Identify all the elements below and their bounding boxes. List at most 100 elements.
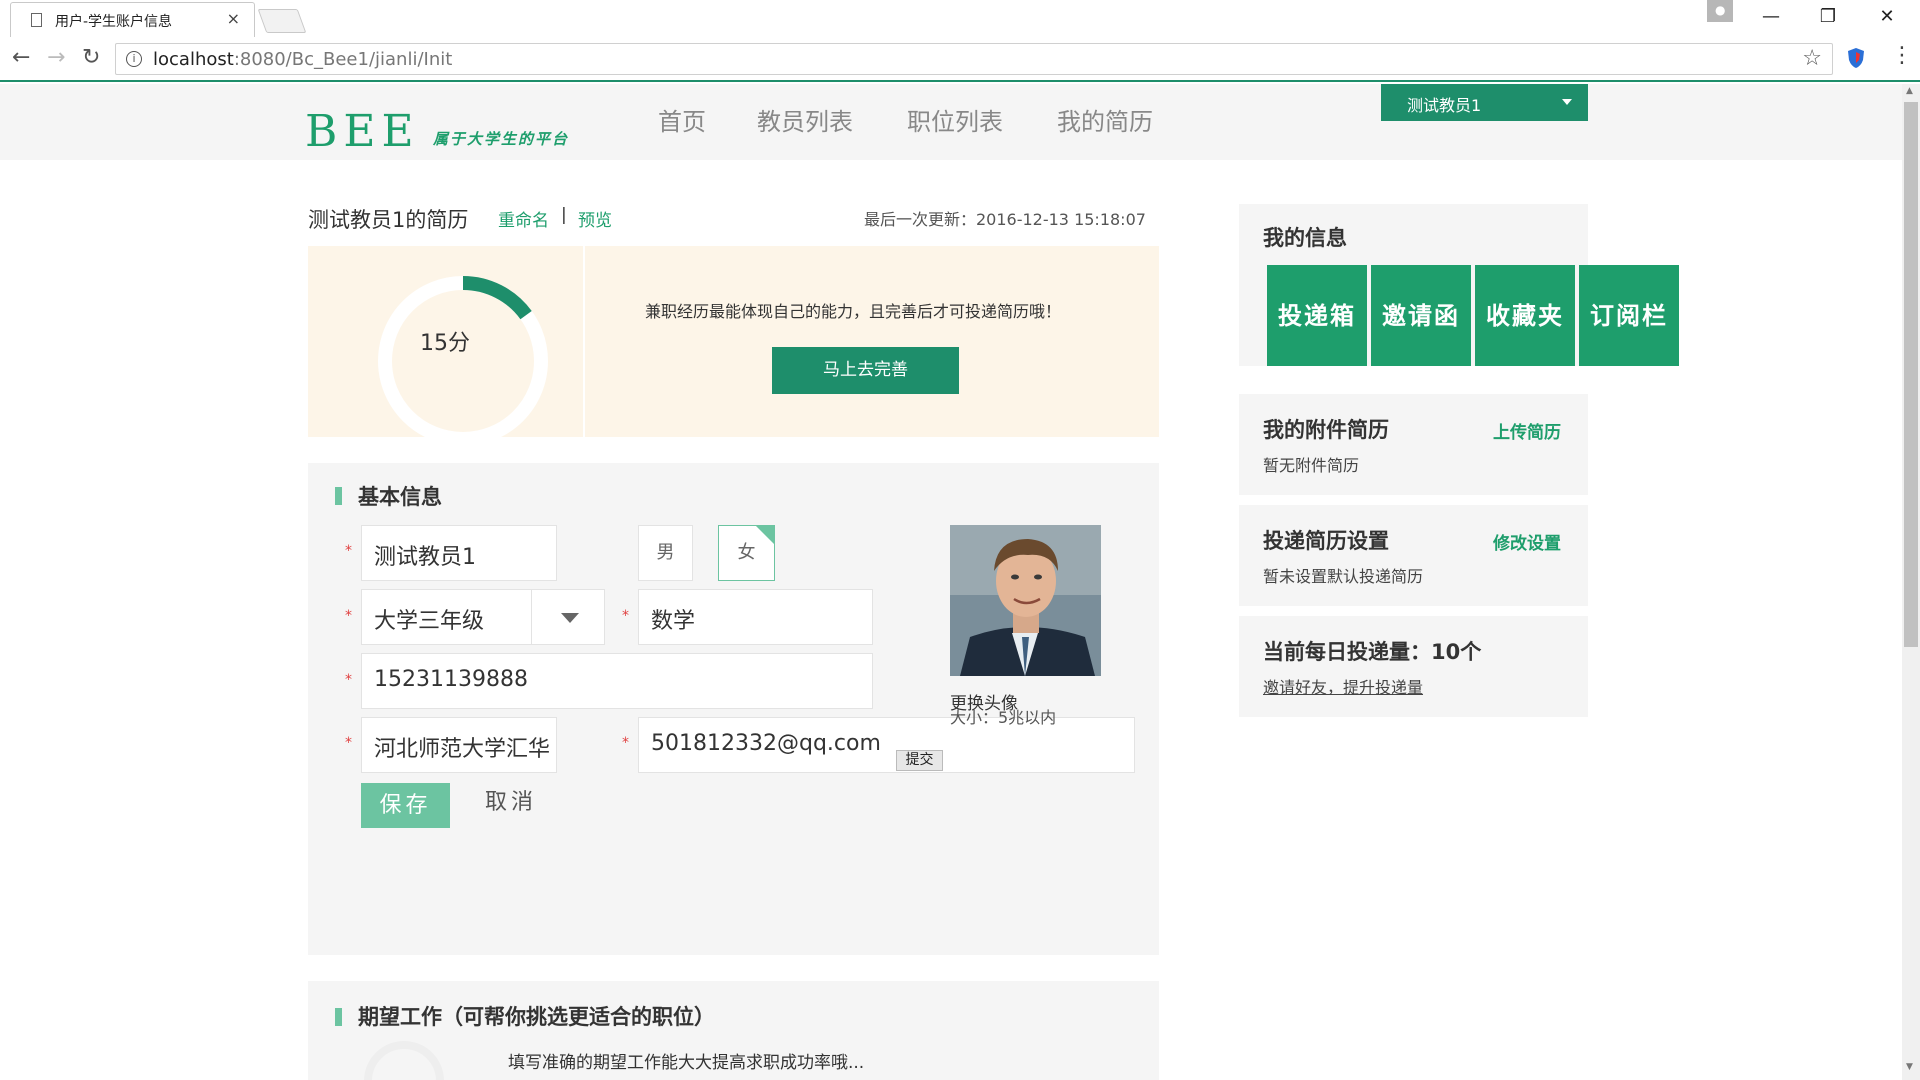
scroll-down-icon[interactable]: ▼ — [1906, 1062, 1913, 1072]
upload-resume-link[interactable]: 上传简历 — [1493, 418, 1561, 443]
name-field[interactable]: 测试教员1 — [361, 525, 557, 581]
extension-shield-icon[interactable] — [1846, 47, 1866, 69]
my-info-title: 我的信息 — [1263, 226, 1347, 250]
tile-favorites[interactable]: 收藏夹 — [1475, 265, 1575, 366]
job-tip: 填写准确的期望工作能大大提高求职成功率哦... — [508, 1053, 865, 1073]
avatar-photo — [950, 525, 1101, 676]
preview-link[interactable]: 预览 — [578, 206, 612, 231]
score-tip: 兼职经历最能体现自己的能力，且完善后才可投递简历哦！ — [645, 302, 1062, 321]
profile-icon[interactable]: ● — [1707, 0, 1733, 22]
required-mark: * — [345, 543, 352, 559]
invite-friends-link[interactable]: 邀请好友，提升投递量 — [1263, 674, 1423, 698]
grade-select[interactable]: 大学三年级 — [361, 589, 605, 645]
expected-job-section: 期望工作（可帮你挑选更适合的职位） 填写准确的期望工作能大大提高求职成功率哦..… — [308, 981, 1159, 1080]
url-bar[interactable]: i localhost:8080/Bc_Bee1/jianli/Init ☆ — [115, 43, 1833, 75]
tile-invitations[interactable]: 邀请函 — [1371, 265, 1471, 366]
score-divider — [583, 246, 585, 437]
minimize-button[interactable]: — — [1748, 2, 1794, 32]
user-menu[interactable]: 测试教员1 — [1381, 84, 1588, 121]
attachment-title: 我的附件简历 — [1263, 418, 1389, 442]
name-value: 测试教员1 — [374, 545, 476, 570]
site-logo[interactable]: BEE 属于大学生的平台 — [305, 106, 567, 157]
gender-female-option[interactable]: 女 — [718, 525, 775, 581]
section-marker — [335, 1008, 342, 1026]
required-mark: * — [345, 735, 352, 751]
nav-job-list[interactable]: 职位列表 — [907, 102, 1003, 137]
resume-title: 测试教员1的简历 — [308, 208, 469, 232]
section-title: 基本信息 — [358, 485, 442, 509]
nav-home[interactable]: 首页 — [658, 102, 706, 137]
last-update-time: 最后一次更新：2016-12-13 15:18:07 — [864, 210, 1146, 229]
page-scrollbar[interactable]: ▲ ▼ — [1902, 84, 1920, 1080]
avatar-size-hint: 大小：5兆以内 — [950, 708, 1057, 727]
rename-link[interactable]: 重命名 — [498, 206, 549, 231]
gender-male-option[interactable]: 男 — [638, 525, 693, 581]
scrollbar-thumb[interactable] — [1904, 102, 1918, 647]
gender-female-label: 女 — [737, 542, 756, 563]
tab-close-icon[interactable]: × — [227, 9, 240, 28]
nav-teacher-list[interactable]: 教员列表 — [757, 102, 853, 137]
scroll-up-icon[interactable]: ▲ — [1906, 86, 1913, 96]
back-icon[interactable]: ← — [12, 45, 30, 70]
site-header: BEE 属于大学生的平台 首页 教员列表 职位列表 我的简历 测试教员1 — [0, 84, 1902, 160]
save-button[interactable]: 保存 — [361, 783, 450, 828]
daily-quota-card: 当前每日投递量：10个 邀请好友，提升投递量 — [1239, 616, 1588, 717]
school-field[interactable]: 河北师范大学汇华学院 — [361, 717, 557, 773]
browser-menu-icon[interactable]: ⋮ — [1891, 43, 1913, 68]
required-mark: * — [622, 735, 629, 751]
tile-delivery-box[interactable]: 投递箱 — [1267, 265, 1367, 366]
section-marker — [335, 487, 342, 505]
grade-value: 大学三年级 — [374, 609, 485, 634]
resume-score-panel: 15分 兼职经历最能体现自己的能力，且完善后才可投递简历哦！ 马上去完善 — [308, 246, 1159, 437]
major-field[interactable]: 数学 — [638, 589, 873, 645]
required-mark: * — [622, 608, 629, 624]
major-value: 数学 — [651, 609, 696, 634]
reload-icon[interactable]: ↻ — [82, 45, 100, 70]
close-window-button[interactable]: ✕ — [1864, 2, 1910, 32]
forward-icon[interactable]: → — [47, 45, 65, 70]
new-tab-button[interactable] — [257, 9, 307, 33]
avatar[interactable] — [950, 525, 1101, 676]
browser-tab-strip: 用户-学生账户信息 × ● — ❐ ✕ — [0, 0, 1920, 37]
page-viewport: BEE 属于大学生的平台 首页 教员列表 职位列表 我的简历 测试教员1 测试教… — [0, 84, 1902, 1080]
no-default-text: 暂未设置默认投递简历 — [1263, 567, 1424, 586]
attachment-card: 我的附件简历 上传简历 暂无附件简历 — [1239, 394, 1588, 495]
job-score-ring — [364, 1041, 444, 1080]
phone-value: 15231139888 — [374, 667, 528, 692]
required-mark: * — [345, 608, 352, 624]
section-title: 期望工作（可帮你挑选更适合的职位） — [358, 1005, 715, 1029]
select-divider — [531, 590, 532, 644]
delivery-settings-card: 投递简历设置 修改设置 暂未设置默认投递简历 — [1239, 505, 1588, 606]
bookmark-star-icon[interactable]: ☆ — [1802, 46, 1822, 71]
required-mark: * — [345, 672, 352, 688]
chevron-down-icon — [1562, 99, 1572, 105]
email-field[interactable]: 501812332@qq.com — [638, 717, 1135, 773]
url-text: localhost:8080/Bc_Bee1/jianli/Init — [153, 49, 452, 70]
nav-my-resume[interactable]: 我的简历 — [1057, 102, 1153, 137]
link-separator: | — [561, 205, 567, 225]
basic-info-section: 基本信息 * 测试教员1 男 女 * 大学三年级 * 数学 * 15231139… — [308, 463, 1159, 955]
delivery-settings-title: 投递简历设置 — [1263, 529, 1389, 553]
dropdown-arrow-icon — [561, 613, 579, 623]
browser-tab[interactable]: 用户-学生账户信息 × — [10, 2, 255, 37]
modify-settings-link[interactable]: 修改设置 — [1493, 529, 1561, 554]
cancel-button[interactable]: 取消 — [485, 784, 537, 816]
school-value: 河北师范大学汇华学院 — [374, 737, 550, 762]
restore-button[interactable]: ❐ — [1805, 2, 1851, 32]
email-value: 501812332@qq.com — [651, 731, 881, 756]
my-info-card: 我的信息 投递箱 邀请函 收藏夹 订阅栏 — [1239, 204, 1679, 366]
url-host: localhost — [153, 49, 234, 70]
address-toolbar: ← → ↻ i localhost:8080/Bc_Bee1/jianli/In… — [0, 37, 1920, 82]
tile-subscriptions[interactable]: 订阅栏 — [1579, 265, 1679, 366]
improve-now-button[interactable]: 马上去完善 — [772, 347, 959, 394]
no-attachment-text: 暂无附件简历 — [1263, 456, 1360, 475]
logo-text: BEE — [305, 106, 420, 157]
selected-check-icon — [756, 526, 774, 544]
avatar-submit-button[interactable]: 提交 — [896, 750, 943, 771]
info-icon[interactable]: i — [126, 51, 142, 67]
score-value: 15分 — [420, 331, 470, 356]
phone-field[interactable]: 15231139888 — [361, 653, 873, 709]
daily-quota-title: 当前每日投递量：10个 — [1263, 640, 1482, 664]
logo-slogan: 属于大学生的平台 — [433, 130, 570, 148]
page-icon — [31, 13, 42, 27]
